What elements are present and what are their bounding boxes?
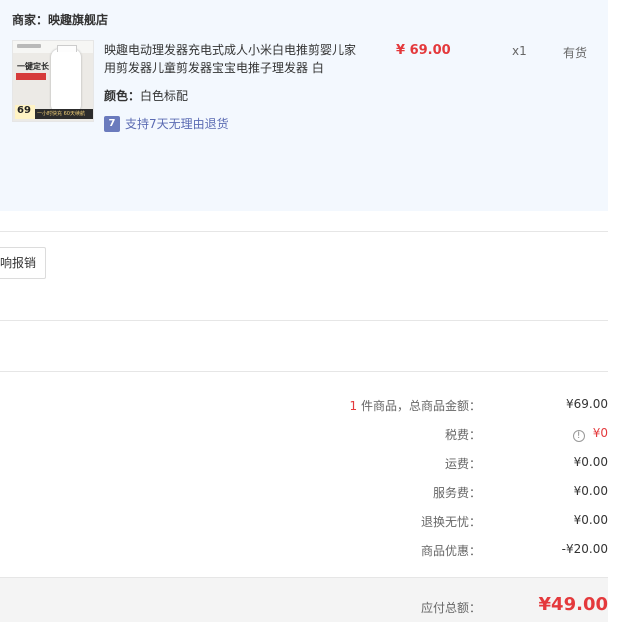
return-policy[interactable]: 7 支持7天无理由退货: [104, 115, 229, 132]
summary-label: 商品优惠：: [420, 544, 481, 558]
trimmer-image: [51, 45, 81, 113]
product-color: 颜色：白色标配: [104, 87, 188, 104]
summary-label-text: 件商品，总商品金额：: [357, 399, 481, 413]
summary-label: 退换无忧：: [420, 515, 481, 529]
summary-row-shipping: 运费： ¥0.00: [0, 455, 608, 475]
total-bar: 应付总额： ¥49.00: [0, 577, 608, 622]
summary-label: 税费：: [444, 428, 481, 442]
summary-row-return-insurance: 退换无忧： ¥0.00: [0, 513, 608, 533]
info-icon[interactable]: !: [572, 430, 585, 442]
summary-value-tax: ! ¥0: [572, 426, 608, 442]
tax-value: ¥0: [592, 426, 608, 440]
total-label: 应付总额：: [420, 601, 481, 615]
stock-status: 有货: [563, 46, 588, 60]
summary-value: ¥69.00: [566, 397, 608, 411]
merchant-line: 商家：映趣旗舰店: [12, 11, 108, 28]
summary-label: 1 件商品，总商品金额：: [350, 397, 481, 414]
summary-value: ¥0.00: [573, 484, 608, 498]
summary-value: ¥0.00: [573, 513, 608, 527]
merchant-name[interactable]: 映趣旗舰店: [48, 13, 108, 27]
thumbnail-banner-text: 一小时快充 60天续航: [37, 111, 85, 117]
divider: [0, 320, 608, 321]
summary-label: 服务费：: [432, 486, 481, 500]
product-price: ¥ 69.00: [396, 43, 451, 58]
summary-label: 运费：: [444, 457, 481, 471]
shop-order-panel: 商家：映趣旗舰店 一键定长 69 一小时快充 60天续航 映趣电动理发器充电式成…: [0, 0, 608, 211]
product-quantity: x1: [512, 44, 527, 58]
summary-row-items: 1 件商品，总商品金额： ¥69.00: [0, 397, 608, 417]
product-thumbnail[interactable]: 一键定长 69 一小时快充 60天续航: [12, 40, 94, 122]
product-title[interactable]: 映趣电动理发器充电式成人小米白电推剪婴儿家用剪发器儿童剪发器宝宝电推子理发器 白: [104, 41, 356, 77]
return-policy-text: 支持7天无理由退货: [125, 117, 229, 131]
return-7day-icon: 7: [104, 115, 120, 132]
total-amount: ¥49.00: [538, 594, 608, 615]
summary-row-service: 服务费： ¥0.00: [0, 484, 608, 504]
thumbnail-tag: [16, 73, 46, 80]
thumbnail-brand-logo: [17, 44, 41, 48]
summary-row-discount: 商品优惠： -¥20.00: [0, 542, 608, 562]
summary-value: ¥0.00: [573, 455, 608, 469]
color-label: 颜色：: [104, 89, 141, 103]
thumbnail-headline: 一键定长: [17, 62, 49, 71]
summary-row-tax: 税费： ! ¥0: [0, 426, 608, 446]
divider: [0, 231, 608, 232]
thumbnail-price: 69: [17, 105, 31, 116]
summary-value: -¥20.00: [561, 542, 608, 556]
invoice-button[interactable]: 响报销: [0, 247, 46, 279]
divider: [0, 371, 608, 372]
color-value: 白色标配: [140, 89, 189, 103]
merchant-label: 商家：: [12, 13, 49, 27]
